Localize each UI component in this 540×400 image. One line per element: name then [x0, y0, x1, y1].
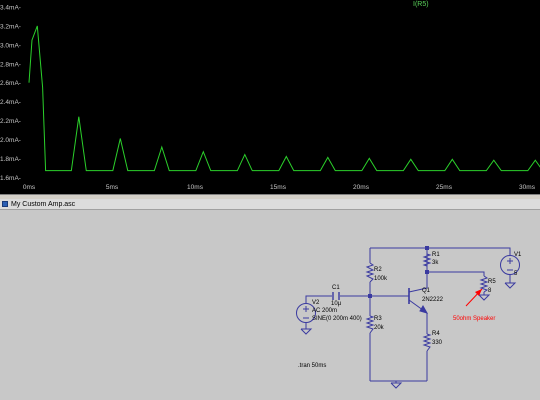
r2-value[interactable]: 100k	[374, 276, 388, 282]
r4-value[interactable]: 330	[432, 340, 443, 346]
v2-name[interactable]: V2	[312, 300, 320, 306]
r4-name[interactable]: R4	[432, 331, 440, 337]
y-tick-label: 1.8mA-	[0, 156, 21, 163]
x-tick-label: 5ms	[106, 184, 119, 191]
x-tick-label: 20ms	[353, 184, 370, 191]
ground-v1	[504, 282, 517, 289]
x-tick-label: 15ms	[270, 184, 287, 191]
y-tick-label: 2.6mA-	[0, 80, 21, 87]
r5-name[interactable]: R5	[488, 279, 496, 285]
y-tick-label: 2.8mA-	[0, 61, 21, 68]
schematic-canvas[interactable]: R1 3k R2 100k R3 20k R4 330 R5 8 C1 10µ …	[0, 210, 540, 400]
ground-r5	[478, 294, 491, 301]
resistor-r4	[422, 333, 432, 352]
capacitor-c1	[332, 292, 340, 300]
trace-label[interactable]: I(R5)	[413, 1, 429, 8]
c1-name[interactable]: C1	[332, 285, 340, 291]
trace-line-i-r5	[28, 25, 540, 172]
r2-name[interactable]: R2	[374, 267, 382, 273]
resistor-r2	[365, 262, 375, 283]
annotation-text: 50ohm Speaker	[453, 316, 495, 322]
ground-v2	[300, 328, 313, 335]
y-tick-label: 2.2mA-	[0, 118, 21, 125]
y-tick-label: 3.4mA-	[0, 5, 21, 12]
component-labels: R1 3k R2 100k R3 20k R4 330 R5 8 C1 10µ …	[298, 252, 522, 369]
x-tick-label: 25ms	[436, 184, 453, 191]
q1-value[interactable]: 2N2222	[422, 297, 444, 303]
v1-value[interactable]: 5	[514, 271, 518, 277]
resistor-r1	[422, 253, 432, 267]
v1-name[interactable]: V1	[514, 252, 522, 258]
waveform-plot: I(R5) 3.4mA- 3.2mA- 3.0mA- 2.8mA- 2.6mA- 2.4m…	[0, 1, 540, 191]
x-tick-label: 30ms	[519, 184, 536, 191]
r1-name[interactable]: R1	[432, 252, 440, 258]
schematic-window-title: My Custom Amp.asc	[11, 201, 76, 208]
y-tick-label: 2.0mA-	[0, 137, 21, 144]
y-tick-label: 1.6mA-	[0, 175, 21, 182]
r3-name[interactable]: R3	[374, 316, 382, 322]
c1-value[interactable]: 10µ	[331, 301, 342, 307]
y-axis-ticks: 3.4mA- 3.2mA- 3.0mA- 2.8mA- 2.6mA- 2.4mA- 2.2m…	[0, 5, 21, 182]
x-tick-label: 0ms	[23, 184, 36, 191]
r5-value[interactable]: 8	[488, 288, 492, 294]
schematic-file-icon	[2, 201, 8, 207]
resistor-r3	[365, 315, 375, 334]
schematic-window: My Custom Amp.asc R1 3k R2 100k R3 20k R…	[0, 199, 540, 400]
schematic-titlebar[interactable]: My Custom Amp.asc	[0, 199, 540, 210]
v2-sine-value[interactable]: SINE(0 200m 400)	[312, 316, 362, 322]
schematic-drawing: R1 3k R2 100k R3 20k R4 330 R5 8 C1 10µ …	[296, 246, 522, 389]
y-tick-label: 2.4mA-	[0, 99, 21, 106]
q1-name[interactable]: Q1	[422, 288, 431, 294]
x-axis-ticks: 0ms 5ms 10ms 15ms 20ms 25ms 30ms	[23, 184, 536, 191]
r1-value[interactable]: 3k	[432, 260, 439, 266]
ground-main	[390, 382, 403, 389]
y-tick-label: 3.0mA-	[0, 42, 21, 49]
x-tick-label: 10ms	[187, 184, 204, 191]
r3-value[interactable]: 20k	[374, 325, 385, 331]
y-tick-label: 3.2mA-	[0, 23, 21, 30]
spice-directive[interactable]: .tran 50ms	[298, 363, 326, 369]
v2-ac-value[interactable]: AC 200m	[312, 308, 337, 314]
waveform-plot-pane[interactable]: I(R5) 3.4mA- 3.2mA- 3.0mA- 2.8mA- 2.6mA- 2.4m…	[0, 0, 540, 194]
